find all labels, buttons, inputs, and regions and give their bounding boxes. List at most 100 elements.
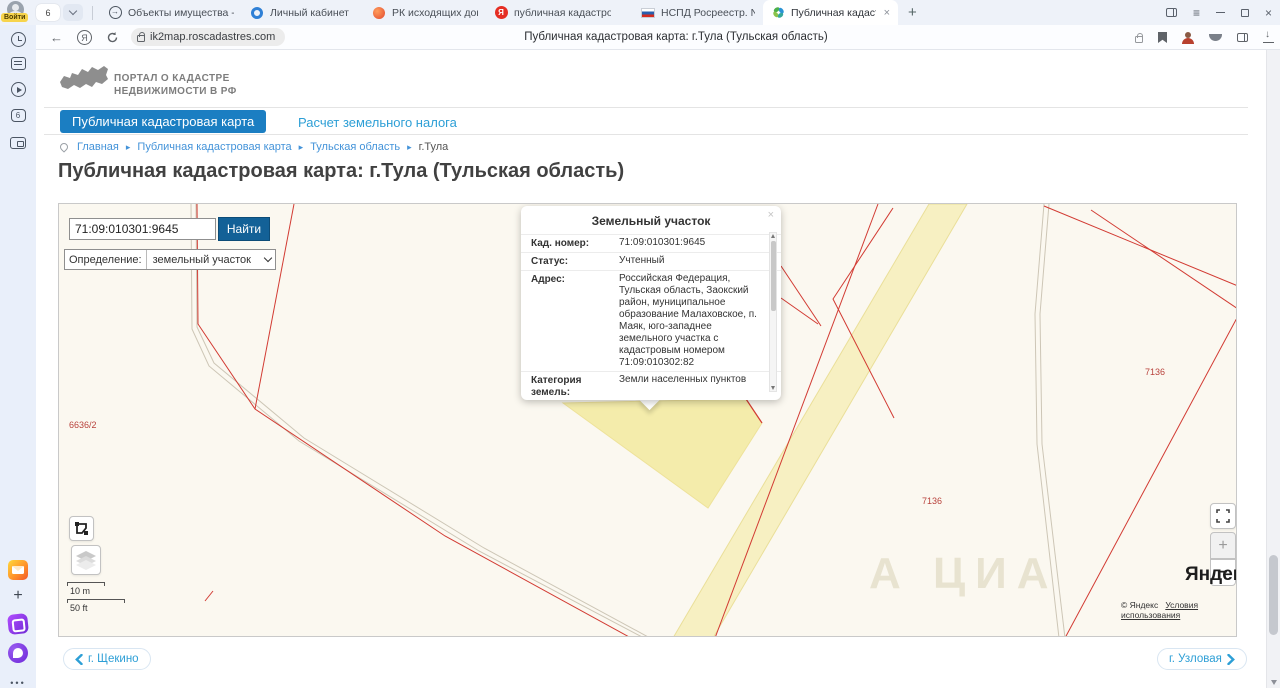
breadcrumb-map[interactable]: Публичная кадастровая карта: [137, 141, 291, 153]
filter-label: Определение:: [69, 253, 142, 266]
orange-circle-icon: [372, 6, 386, 20]
yandex-logo[interactable]: Яндекс: [1185, 564, 1236, 586]
account-icon[interactable]: [1182, 31, 1194, 44]
chevron-left-icon: [75, 653, 83, 665]
selected-parcel[interactable]: [561, 398, 763, 509]
chevron-right-icon: [1227, 653, 1235, 665]
popup-row: Статус: Учтенный: [521, 252, 781, 270]
chevron-down-icon: [68, 6, 78, 16]
bookmark-icon[interactable]: [1158, 32, 1167, 43]
restore-window-icon[interactable]: [1240, 8, 1249, 17]
search-input[interactable]: [69, 218, 216, 240]
feed-icon[interactable]: [8, 53, 28, 73]
fullscreen-button[interactable]: [1210, 503, 1236, 529]
yandex-home-icon[interactable]: Я: [77, 29, 92, 45]
tab-count-button[interactable]: 6: [36, 4, 60, 21]
next-city-button[interactable]: г. Узловая: [1157, 648, 1247, 670]
chevron-down-icon: [263, 253, 273, 263]
close-window-icon[interactable]: ×: [1265, 7, 1272, 19]
tab-public-cadastral-map-active[interactable]: Публичная кадастров ×: [763, 0, 898, 25]
popup-row: Категория земель: Земли населенных пункто…: [521, 371, 781, 400]
scroll-up-icon[interactable]: [771, 234, 775, 238]
breadcrumb-home[interactable]: Главная: [77, 141, 119, 153]
browser-tab-bar: Войти 6 → Объекты имущества - Ф Личный к…: [0, 0, 1280, 25]
search-button[interactable]: Найти: [218, 217, 270, 241]
breadcrumb-region[interactable]: Тульская область: [310, 141, 400, 153]
blue-ring-icon: [250, 6, 264, 20]
address-bar: ← Я ik2map.roscadastres.com Публичная ка…: [36, 25, 1280, 50]
back-icon[interactable]: ←: [50, 30, 63, 45]
parcel-info-popup: × Земельный участок Кад. номер: 71:09:010…: [521, 206, 781, 400]
popup-row: Адрес: Российская Федерация, Тульская обл…: [521, 270, 781, 371]
cadastral-map[interactable]: А ЦИА 6636/2 7136 7136 71:09:010301:9645…: [58, 203, 1237, 637]
fullscreen-icon: [1216, 509, 1230, 523]
tab-objects[interactable]: → Объекты имущества - Ф: [100, 0, 242, 25]
add-panel-icon[interactable]: +: [8, 586, 28, 606]
address-bar-page-title: Публичная кадастровая карта: г.Тула (Тул…: [524, 31, 828, 43]
close-icon[interactable]: ×: [768, 209, 774, 221]
scroll-down-icon[interactable]: [771, 386, 775, 390]
incognito-icon[interactable]: [1209, 34, 1222, 41]
breadcrumb: Главная ▸ Публичная кадастровая карта ▸ …: [58, 141, 449, 153]
minimize-icon[interactable]: [1215, 12, 1225, 13]
popup-scrollbar[interactable]: [769, 232, 777, 392]
collections-icon[interactable]: [1237, 33, 1248, 42]
circle-arrow-icon: →: [108, 6, 122, 20]
map-attribution: © Яндекс Условия использования: [1121, 600, 1199, 620]
filter-select[interactable]: Определение: земельный участок: [64, 249, 276, 270]
tab-outgoing-docs[interactable]: РК исходящих документ: [364, 0, 486, 25]
filter-value: земельный участок: [152, 253, 251, 266]
divider: [44, 107, 1248, 108]
scale-ruler: 10 m 50 ft: [67, 582, 125, 614]
alice-icon[interactable]: [8, 643, 28, 663]
telemost-icon[interactable]: [7, 613, 29, 635]
prev-city-button[interactable]: г. Щекино: [63, 648, 151, 670]
layers-icon: [76, 551, 96, 570]
profile-button[interactable]: Войти: [0, 0, 30, 25]
popup-title: Земельный участок: [591, 214, 711, 228]
browser-sidebar: 6 + •••: [0, 25, 36, 688]
portal-logo-text: ПОРТАЛ О КАДАСТРЕ НЕДВИЖИМОСТИ В РФ: [114, 73, 237, 97]
refresh-icon[interactable]: [106, 31, 119, 44]
parcel-label: 6636/2: [69, 420, 97, 430]
browser-menu-icon[interactable]: ≡: [1193, 6, 1200, 20]
divider: [92, 5, 93, 20]
pin-icon: [58, 141, 70, 153]
site-page: ПОРТАЛ О КАДАСТРЕ НЕДВИЖИМОСТИ В РФ Публ…: [36, 50, 1266, 688]
measure-area-button[interactable]: [69, 516, 94, 541]
side-panel-icon[interactable]: [1165, 8, 1177, 17]
breadcrumb-current: г.Тула: [418, 141, 449, 153]
new-tab-button[interactable]: +: [898, 4, 927, 21]
protect-lock-icon[interactable]: [1135, 32, 1143, 43]
layers-button[interactable]: [71, 545, 101, 575]
tab-personal-cabinet[interactable]: Личный кабинет: [242, 0, 364, 25]
login-badge: Войти: [1, 13, 29, 22]
url-domain: ik2map.roscadastres.com: [150, 31, 276, 43]
close-tab-icon[interactable]: ×: [884, 7, 890, 19]
badge-6-icon[interactable]: 6: [8, 105, 28, 125]
scrollbar-thumb[interactable]: [1269, 555, 1278, 635]
page-scrollbar[interactable]: [1266, 50, 1280, 688]
scroll-down-arrow[interactable]: [1271, 680, 1277, 685]
zoom-in-button[interactable]: +: [1210, 532, 1236, 559]
popup-row: Кад. номер: 71:09:010301:9645: [521, 234, 781, 252]
popup-scroll-thumb[interactable]: [770, 241, 776, 311]
parcel-label: 7136: [922, 496, 943, 506]
yandex-mail-icon[interactable]: [8, 560, 28, 580]
divider: [44, 134, 1248, 135]
page-title: Публичная кадастровая карта: г.Тула (Тул…: [58, 160, 625, 182]
tab-yandex-search[interactable]: Я публичная кадастровая: [486, 0, 619, 25]
lock-icon: [137, 32, 145, 42]
screencast-icon[interactable]: [8, 133, 28, 153]
ruler-polygon-icon: [75, 522, 88, 535]
url-field[interactable]: ik2map.roscadastres.com: [131, 28, 286, 46]
tab-public-cadastral-map[interactable]: Публичная кадастровая карта: [60, 110, 267, 133]
video-play-icon[interactable]: [8, 79, 28, 99]
history-clock-icon[interactable]: [8, 29, 28, 49]
tab-list-dropdown[interactable]: [63, 4, 83, 21]
russia-map-logo: [60, 66, 108, 89]
tab-nspd[interactable]: НСПД Росреестр. NSPD п: [633, 0, 763, 25]
tab-land-tax-calc[interactable]: Расчет земельного налога: [298, 115, 457, 130]
more-dots-icon[interactable]: •••: [8, 673, 28, 693]
downloads-icon[interactable]: [1263, 29, 1274, 43]
